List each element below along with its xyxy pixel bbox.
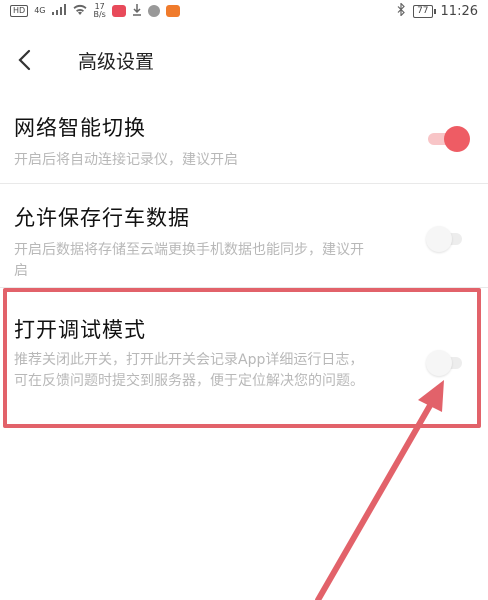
signal-indicator: 4G: [34, 6, 46, 15]
setting-title: 允许保存行车数据: [14, 206, 190, 230]
app-notification-icon: [111, 5, 126, 17]
network-speed: 17 B/s: [93, 3, 105, 19]
battery-icon: 77: [413, 4, 437, 18]
app-header: 高级设置: [0, 38, 488, 82]
chevron-left-icon: [18, 49, 31, 71]
toggle-knob: [426, 226, 452, 252]
save-driving-data-toggle[interactable]: [426, 226, 470, 252]
clock: 11:26: [440, 3, 478, 19]
app-icon: [165, 5, 180, 17]
toggle-knob: [444, 126, 470, 152]
downloading-icon: [132, 3, 142, 19]
battery-level: 77: [417, 5, 429, 16]
wifi-icon: [73, 4, 87, 19]
setting-title: 网络智能切换: [14, 116, 146, 140]
music-icon: [147, 5, 160, 17]
setting-row-save-driving-data: 允许保存行车数据 开启后数据将存储至云端更换手机数据也能同步，建议开启: [0, 184, 488, 288]
network-speed-unit: B/s: [93, 10, 106, 19]
setting-description: 开启后数据将存储至云端更换手机数据也能同步，建议开启: [14, 242, 364, 279]
back-button[interactable]: [4, 40, 44, 80]
bluetooth-icon: [397, 1, 405, 20]
status-bar: HD 4G 17 B/s 77 11:26: [0, 0, 488, 22]
setting-row-network-switch: 网络智能切换 开启后将自动连接记录仪，建议开启: [0, 96, 488, 184]
page-title: 高级设置: [78, 50, 155, 73]
highlight-box: [3, 288, 481, 428]
hd-badge: HD: [10, 5, 29, 17]
signal-icon: [51, 3, 67, 19]
network-switch-toggle[interactable]: [426, 126, 470, 152]
setting-description: 开启后将自动连接记录仪，建议开启: [14, 152, 238, 168]
